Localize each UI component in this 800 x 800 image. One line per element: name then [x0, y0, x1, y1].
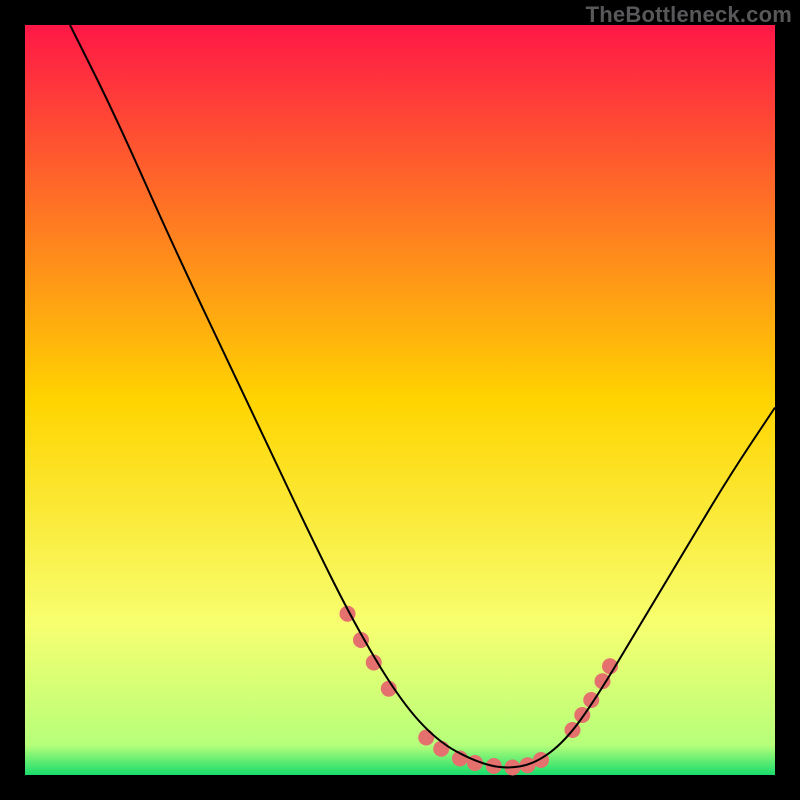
marker-dot	[418, 730, 434, 746]
chart-frame: TheBottleneck.com	[0, 0, 800, 800]
marker-dot	[433, 741, 449, 757]
plot-svg	[0, 0, 800, 800]
plot-background	[25, 25, 775, 775]
watermark-text: TheBottleneck.com	[586, 2, 792, 28]
